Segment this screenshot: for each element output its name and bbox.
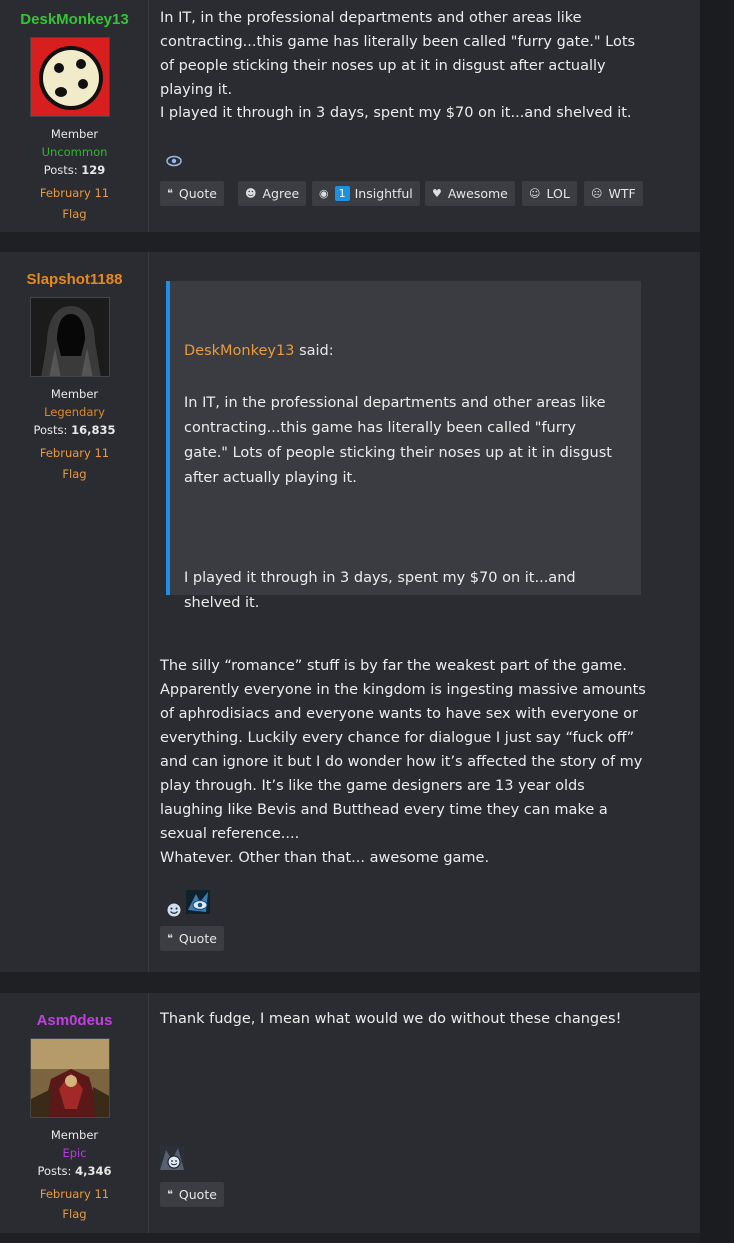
user-role: Member bbox=[50, 387, 99, 401]
quote-button[interactable]: ❝ Quote bbox=[160, 181, 224, 206]
quote-button[interactable]: ❝ Quote bbox=[160, 1182, 224, 1207]
heart-icon: ♥ bbox=[432, 187, 442, 200]
post-count: Posts: 129 bbox=[43, 163, 106, 177]
page-gutter bbox=[700, 0, 734, 1243]
quote-attribution: DeskMonkey13 said: bbox=[184, 343, 334, 359]
post-count: Posts: 16,835 bbox=[33, 423, 116, 437]
user-info-panel: Asm0deus Member Epic Posts: 4,346 Februa… bbox=[0, 993, 149, 1233]
post-text: The silly “romance” stuff is by far the … bbox=[160, 658, 646, 842]
quote-text: In IT, in the professional departments a… bbox=[184, 395, 612, 486]
user-role: Member bbox=[50, 1128, 99, 1142]
quote-text: I played it through in 3 days, spent my … bbox=[184, 570, 576, 611]
post-text: Whatever. Other than that... awesome gam… bbox=[160, 850, 490, 866]
quote-button[interactable]: ❝ Quote bbox=[160, 926, 224, 951]
lol-icon[interactable] bbox=[166, 902, 182, 922]
agree-button[interactable]: ☻ Agree bbox=[238, 181, 307, 206]
avatar[interactable] bbox=[30, 297, 110, 377]
flag-link[interactable]: Flag bbox=[0, 467, 149, 481]
insightful-button[interactable]: ◉ 1 Insightful bbox=[312, 181, 420, 206]
post-date[interactable]: February 11 bbox=[0, 1187, 149, 1201]
post-text: Thank fudge, I mean what would we do wit… bbox=[160, 1011, 622, 1027]
quoted-message: DeskMonkey13 said: In IT, in the profess… bbox=[166, 281, 641, 611]
agree-icon: ☻ bbox=[245, 187, 257, 200]
quote-icon: ❝ bbox=[167, 932, 173, 945]
reactor-avatar[interactable] bbox=[186, 890, 210, 914]
avatar[interactable] bbox=[30, 1038, 110, 1118]
user-role: Member bbox=[50, 127, 99, 141]
flag-link[interactable]: Flag bbox=[0, 207, 149, 221]
wtf-button[interactable]: ☹ WTF bbox=[584, 181, 643, 206]
username[interactable]: Asm0deus bbox=[0, 1012, 149, 1029]
reactor-avatar[interactable] bbox=[160, 1146, 184, 1170]
user-rank: Epic bbox=[62, 1146, 87, 1160]
insightful-icon: ◉ bbox=[319, 187, 329, 200]
post-text: In IT, in the professional departments a… bbox=[160, 10, 636, 98]
quote-icon: ❝ bbox=[167, 1188, 173, 1201]
quote-author-link[interactable]: DeskMonkey13 bbox=[184, 343, 294, 359]
reaction-count-badge: 1 bbox=[334, 186, 350, 201]
quote-icon: ❝ bbox=[167, 187, 173, 200]
username[interactable]: Slapshot1188 bbox=[0, 271, 149, 288]
user-rank: Uncommon bbox=[41, 145, 108, 159]
lol-button[interactable]: ☺ LOL bbox=[522, 181, 577, 206]
awesome-button[interactable]: ♥ Awesome bbox=[425, 181, 515, 206]
user-info-panel: DeskMonkey13 Member Uncommon Posts: 129 … bbox=[0, 0, 149, 232]
post-date[interactable]: February 11 bbox=[0, 186, 149, 200]
flag-link[interactable]: Flag bbox=[0, 1207, 149, 1221]
user-rank: Legendary bbox=[44, 405, 105, 419]
post-text: I played it through in 3 days, spent my … bbox=[160, 105, 632, 121]
post-2: Slapshot1188 Member Legendary Posts: 16,… bbox=[0, 252, 700, 972]
eye-icon[interactable] bbox=[166, 155, 182, 171]
wtf-icon: ☹ bbox=[591, 187, 603, 200]
post-count: Posts: 4,346 bbox=[37, 1164, 112, 1178]
username[interactable]: DeskMonkey13 bbox=[0, 11, 149, 28]
post-1: DeskMonkey13 Member Uncommon Posts: 129 … bbox=[0, 0, 700, 232]
avatar[interactable] bbox=[30, 37, 110, 117]
post-date[interactable]: February 11 bbox=[0, 446, 149, 460]
lol-icon: ☺ bbox=[529, 187, 541, 200]
post-3: Asm0deus Member Epic Posts: 4,346 Februa… bbox=[0, 993, 700, 1233]
user-info-panel: Slapshot1188 Member Legendary Posts: 16,… bbox=[0, 252, 149, 972]
